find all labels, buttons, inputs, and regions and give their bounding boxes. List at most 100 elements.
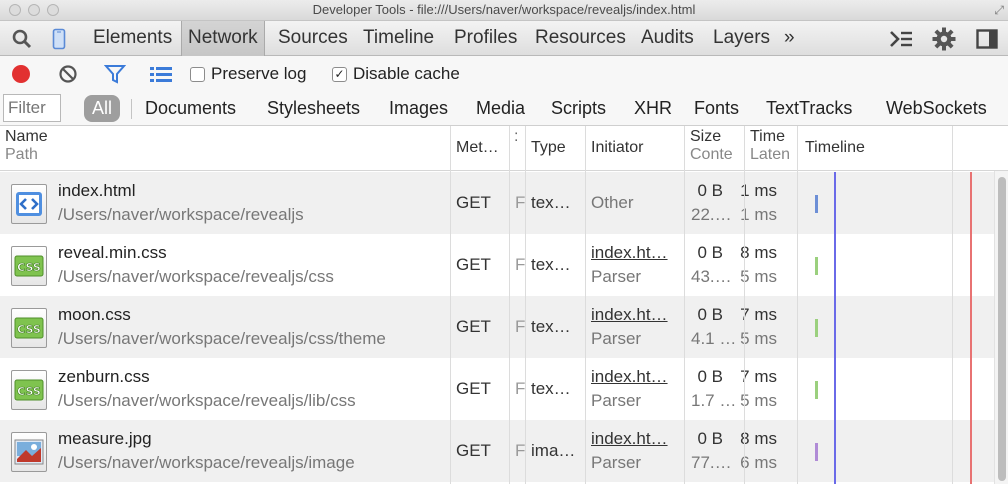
tab-elements[interactable]: Elements — [87, 21, 178, 56]
tab-sources[interactable]: Sources — [272, 21, 354, 56]
preserve-log-checkbox[interactable]: Preserve log — [190, 56, 306, 92]
css-file-icon: CSS — [11, 370, 47, 410]
filter-websockets[interactable]: WebSockets — [886, 92, 987, 126]
inspect-search-icon[interactable] — [10, 21, 34, 56]
column-divider — [525, 126, 526, 484]
timeline-bar[interactable] — [815, 195, 818, 213]
request-path: /Users/naver/workspace/revealjs/css/them… — [58, 329, 386, 348]
request-time: 7 ms — [740, 367, 777, 386]
dock-side-icon[interactable] — [974, 21, 1000, 56]
column-divider — [744, 126, 745, 484]
filter-images[interactable]: Images — [389, 92, 448, 126]
request-type: ima… — [531, 441, 576, 460]
request-size: 0 B — [697, 243, 723, 262]
tab-layers[interactable]: Layers — [707, 21, 776, 56]
table-row[interactable]: CSS moon.css/Users/naver/workspace/reveal… — [0, 296, 994, 358]
timeline-bar[interactable] — [815, 443, 818, 461]
filter-documents[interactable]: Documents — [145, 92, 236, 126]
request-size: 0 B — [697, 429, 723, 448]
settings-gear-icon[interactable] — [930, 21, 958, 56]
initiator-link[interactable]: index.ht… — [591, 305, 668, 325]
timeline-bar[interactable] — [815, 319, 818, 337]
filter-xhr[interactable]: XHR — [634, 92, 672, 126]
column-header-status[interactable]: : — [514, 128, 518, 173]
initiator-type: Parser — [591, 267, 642, 286]
clear-icon[interactable] — [58, 56, 78, 92]
filter-fonts[interactable]: Fonts — [694, 92, 739, 126]
vertical-scrollbar[interactable] — [994, 171, 1008, 484]
disable-cache-checkbox[interactable]: ✓ Disable cache — [332, 56, 460, 92]
request-status: F — [515, 441, 526, 460]
html-file-icon — [11, 184, 47, 224]
request-type: tex… — [531, 317, 571, 336]
request-time: 7 ms — [740, 305, 777, 324]
request-time: 1 ms — [740, 181, 777, 200]
table-row[interactable]: measure.jpg/Users/naver/workspace/reveal… — [0, 420, 994, 482]
filter-scripts[interactable]: Scripts — [551, 92, 606, 126]
request-time: 8 ms — [740, 429, 777, 448]
name-column-label: Name — [5, 128, 48, 145]
request-name: zenburn.css — [58, 367, 150, 386]
request-content-size: 1.7 … — [691, 391, 737, 410]
request-latency: 5 ms — [740, 267, 777, 286]
svg-text:CSS: CSS — [17, 385, 41, 398]
request-content-size: 77.… — [691, 453, 732, 472]
filter-bar: All Documents Stylesheets Images Media S… — [0, 92, 1008, 126]
console-drawer-icon[interactable] — [888, 21, 914, 56]
request-name: measure.jpg — [58, 429, 152, 448]
tab-timeline[interactable]: Timeline — [357, 21, 440, 56]
filter-all[interactable]: All — [84, 95, 121, 122]
request-name: moon.css — [58, 305, 131, 324]
request-method: GET — [456, 193, 491, 212]
tab-audits[interactable]: Audits — [635, 21, 700, 56]
column-header-name[interactable]: Name Path — [5, 128, 48, 173]
preserve-log-box[interactable] — [190, 66, 205, 82]
column-divider — [585, 126, 586, 484]
filter-funnel-icon[interactable] — [104, 56, 126, 92]
filter-texttracks[interactable]: TextTracks — [766, 92, 852, 126]
request-type: tex… — [531, 379, 571, 398]
table-row[interactable]: CSS zenburn.css/Users/naver/workspace/rev… — [0, 358, 994, 420]
svg-text:CSS: CSS — [17, 261, 41, 274]
tab-profiles[interactable]: Profiles — [448, 21, 523, 56]
column-divider — [952, 126, 953, 484]
more-tabs-button[interactable]: » — [778, 21, 801, 56]
scrollbar-thumb[interactable] — [998, 177, 1006, 481]
table-row[interactable]: index.html/Users/naver/workspace/revealj… — [0, 172, 994, 234]
column-header-size[interactable]: Size Conte — [690, 128, 733, 173]
fullscreen-icon[interactable]: ⤢ — [994, 3, 1004, 18]
initiator-type: Parser — [591, 453, 642, 472]
disable-cache-box[interactable]: ✓ — [332, 66, 347, 82]
table-row[interactable]: CSS reveal.min.css/Users/naver/workspace/… — [0, 234, 994, 296]
initiator-link[interactable]: index.ht… — [591, 243, 668, 263]
tab-resources[interactable]: Resources — [529, 21, 632, 56]
device-mode-icon[interactable] — [49, 21, 69, 56]
request-method: GET — [456, 441, 491, 460]
svg-text:CSS: CSS — [17, 323, 41, 336]
list-view-icon[interactable] — [149, 56, 173, 92]
network-table-header: Name Path Met… : Type Initiator Size Con… — [0, 126, 1008, 171]
timeline-bar[interactable] — [815, 257, 818, 275]
devtools-toolbar: Elements Network Sources Timeline Profil… — [0, 21, 1008, 56]
filter-stylesheets[interactable]: Stylesheets — [267, 92, 360, 126]
network-controls: Preserve log ✓ Disable cache — [0, 56, 1008, 92]
column-header-time[interactable]: Time Laten — [750, 128, 790, 173]
filter-media[interactable]: Media — [476, 92, 525, 126]
initiator-type: Parser — [591, 391, 642, 410]
column-divider — [509, 126, 510, 484]
tab-network[interactable]: Network — [181, 21, 265, 56]
request-size: 0 B — [697, 181, 723, 200]
initiator-link[interactable]: index.ht… — [591, 429, 668, 449]
request-latency: 6 ms — [740, 453, 777, 472]
request-time: 8 ms — [740, 243, 777, 262]
initiator-link[interactable]: index.ht… — [591, 367, 668, 387]
request-name: index.html — [58, 181, 136, 200]
request-latency: 1 ms — [740, 205, 777, 224]
request-initiator: Other — [591, 193, 634, 212]
css-file-icon: CSS — [11, 308, 47, 348]
filter-input[interactable] — [3, 94, 61, 122]
time-column-label: Time — [750, 128, 785, 145]
record-button[interactable] — [12, 56, 30, 92]
timeline-bar[interactable] — [815, 381, 818, 399]
request-path: /Users/naver/workspace/revealjs/lib/css — [58, 391, 356, 410]
